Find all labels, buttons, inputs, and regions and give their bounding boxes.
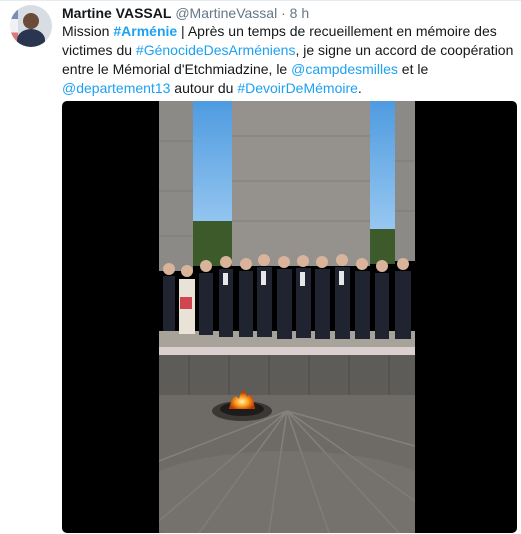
hashtag-link[interactable]: #GénocideDesArméniens (136, 42, 296, 58)
trees (370, 229, 395, 264)
separator: · (281, 5, 286, 21)
avatar-body (17, 29, 45, 47)
stone-slab (232, 101, 370, 266)
stone-slab (395, 101, 415, 261)
author-handle[interactable]: @MartineVassal (175, 5, 277, 21)
stone-slab (159, 101, 193, 271)
tweet-header: Martine VASSAL @MartineVassal · 8 h (62, 4, 309, 22)
video-frame (159, 101, 415, 533)
tweet-text-segment: autour du (170, 80, 238, 96)
tweet-text-segment: . (357, 80, 362, 96)
tweet-video[interactable] (62, 101, 517, 533)
tweet-text-segment: et le (397, 61, 429, 77)
people-group (163, 254, 411, 339)
mention-link[interactable]: @campdesmilles (291, 61, 398, 77)
red-bag (180, 297, 192, 309)
tweet-text-segment: Mission (62, 23, 114, 39)
hashtag-link[interactable]: #Arménie (113, 23, 177, 39)
flowers (159, 347, 415, 355)
avatar-head (23, 13, 39, 29)
tweet-text: Mission #Arménie | Après un temps de rec… (62, 22, 517, 98)
avatar[interactable] (10, 5, 52, 47)
tweet-time[interactable]: 8 h (290, 5, 309, 21)
tweet[interactable]: Martine VASSAL @MartineVassal · 8 h Miss… (0, 0, 521, 534)
mention-link[interactable]: @departement13 (62, 80, 170, 96)
inner-wall (159, 355, 415, 395)
author-name[interactable]: Martine VASSAL (62, 5, 171, 21)
hashtag-link[interactable]: #DevoirDeMémoire (237, 80, 358, 96)
